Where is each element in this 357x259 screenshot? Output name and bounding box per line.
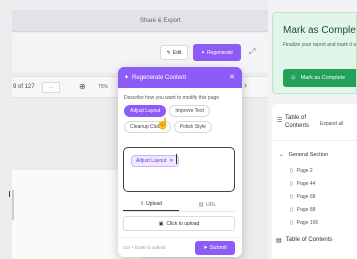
toc-item[interactable]: ▯ Page 106 (290, 220, 318, 226)
expand-icon[interactable]: ⤢ (249, 47, 259, 57)
file-icon: ▯ (290, 181, 293, 187)
list-icon: ☰ (277, 118, 283, 124)
click-to-upload-button[interactable]: ▣ Click to upload (123, 216, 235, 231)
toc-item-label: Page 106 (296, 220, 319, 226)
regenerate-label: Regenerate (207, 49, 234, 56)
tab-upload-label: Upload (146, 201, 163, 207)
toc-title: Table of Contents (285, 115, 310, 129)
sparkle-icon: ✦ (124, 75, 130, 81)
tag-remove-icon[interactable]: ✕ (169, 158, 173, 164)
toc-item-label: Page 2 (296, 168, 313, 174)
edit-label: Edit (172, 49, 182, 56)
popup-title: Regenerate Content (132, 74, 187, 81)
hand-cursor-icon: ☝ (156, 118, 170, 130)
image-icon: ▣ (158, 220, 164, 227)
chevron-right-icon[interactable]: › (244, 80, 247, 90)
toc-panel: ☰ Table of Contents Expand all ⌄ General… (272, 104, 357, 259)
toc-item[interactable]: ▯ Page 2 (290, 168, 313, 174)
link-icon: ⛓ (197, 201, 205, 208)
submit-label: Submit (209, 245, 227, 251)
share-export-label: Share & Export (140, 17, 181, 24)
toc-item[interactable]: ▯ Page 68 (290, 194, 315, 200)
chevron-down-icon: ⌄ (279, 152, 284, 158)
expand-all-button[interactable]: Expand all (320, 121, 343, 127)
share-export-bar[interactable]: Share & Export (12, 10, 268, 32)
mark-complete-card: Mark as Complete Finalize your report an… (272, 12, 357, 94)
divider (272, 140, 357, 141)
file-icon: ▯ (290, 168, 293, 174)
pencil-icon: ✎ (166, 49, 171, 56)
toc-item-label: Page 44 (296, 181, 316, 187)
file-icon: ▯ (290, 194, 293, 200)
zoom-level[interactable]: 75% (98, 84, 108, 90)
submit-button[interactable]: ➤ Submit (195, 241, 235, 255)
popup-header: ✦ Regenerate Content ✕ (118, 67, 242, 88)
tag-label: Adjust Layout (136, 158, 167, 164)
tab-url[interactable]: ⛓ URL (179, 198, 235, 211)
check-circle-icon: ⊙ (291, 75, 296, 81)
regenerate-popup: ✦ Regenerate Content ✕ Describe how you … (118, 67, 242, 257)
page-menu-button[interactable]: ... (42, 82, 60, 93)
file-icon: ▯ (290, 207, 293, 213)
file-icon: ▯ (290, 220, 293, 226)
toc-item[interactable]: ▯ Page 88 (290, 207, 315, 213)
regenerate-button[interactable]: ✦ Regenerate (193, 44, 241, 61)
tab-url-label: URL (206, 201, 217, 208)
prompt-input[interactable]: Adjust Layout ✕ (123, 147, 235, 192)
text-caret (176, 154, 177, 164)
edit-button[interactable]: ✎ Edit (160, 45, 188, 60)
toc-footer-link[interactable]: ▤ Table of Contents (276, 237, 332, 244)
toc-footer-label: Table of Contents (285, 237, 333, 243)
chip-polish-style[interactable]: Polish Style (173, 121, 212, 133)
chip-improve-text[interactable]: Improve Text (169, 105, 210, 117)
toc-item[interactable]: ▯ Page 44 (290, 181, 315, 187)
attachment-tabs: ⇪ Upload ⛓ URL (123, 198, 235, 212)
toc-section-label: General Section (288, 152, 329, 158)
sparkle-icon: ✦ (200, 49, 206, 56)
popup-description: Describe how you want to modify this pag… (124, 95, 220, 101)
zoom-icon[interactable]: ⊕ (79, 82, 86, 91)
toc-item-label: Page 88 (296, 207, 316, 213)
document-text-fragment: ı (8, 188, 12, 200)
upload-icon: ⇪ (139, 201, 145, 207)
toc-item-label: Page 68 (296, 194, 316, 200)
page-counter: 9 of 127 (13, 84, 35, 90)
chip-adjust-layout[interactable]: Adjust Layout (124, 105, 167, 117)
mark-complete-button[interactable]: ⊙ Mark as Complete (283, 69, 356, 87)
submit-hint: Ctrl + Enter to submit (123, 245, 166, 250)
complete-title: Mark as Complete (283, 25, 357, 36)
popup-footer: Ctrl + Enter to submit ➤ Submit (118, 237, 242, 257)
document-icon: ▤ (276, 238, 282, 244)
selected-tag: Adjust Layout ✕ (131, 155, 179, 167)
tab-upload[interactable]: ⇪ Upload (123, 198, 179, 211)
upload-label: Click to upload (166, 220, 200, 227)
mark-complete-label: Mark as Complete (300, 75, 346, 81)
toc-section[interactable]: ⌄ General Section (279, 152, 328, 158)
close-icon[interactable]: ✕ (229, 73, 235, 81)
send-icon: ➤ (203, 245, 208, 251)
complete-description: Finalize your report and mark it as comp… (283, 42, 357, 48)
suggestion-chips: Adjust Layout Improve Text Cleanup Clutt… (118, 105, 242, 133)
